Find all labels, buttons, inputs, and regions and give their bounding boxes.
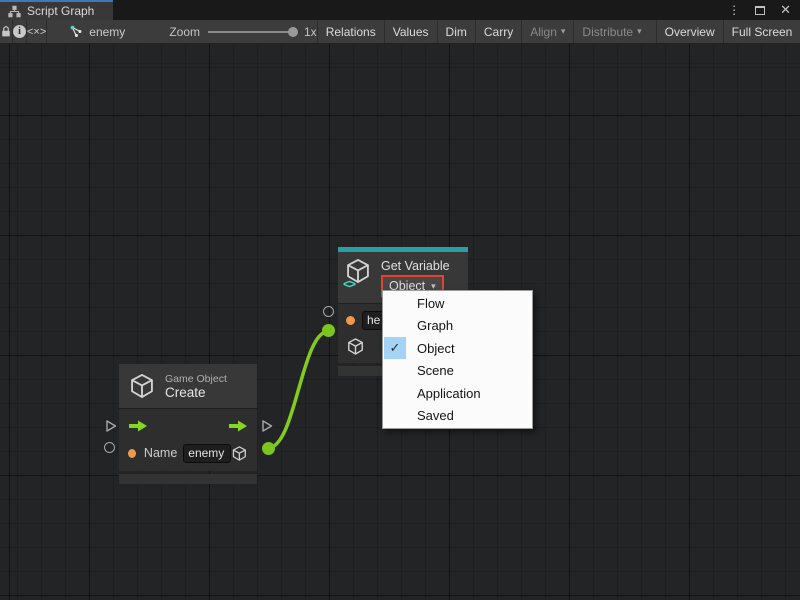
create-flow-out-port[interactable] bbox=[260, 419, 274, 433]
check-slot bbox=[384, 315, 406, 337]
check-slot bbox=[384, 382, 406, 404]
relations-button[interactable]: Relations bbox=[317, 20, 384, 43]
create-flow-in-port[interactable] bbox=[104, 419, 118, 433]
lock-button[interactable] bbox=[0, 20, 13, 43]
create-body: Name bbox=[119, 408, 257, 471]
graph-icon bbox=[69, 25, 83, 38]
maximize-icon[interactable] bbox=[755, 6, 765, 15]
gameobject-cube-icon[interactable] bbox=[346, 337, 365, 356]
name-port-icon[interactable] bbox=[128, 449, 136, 458]
node-footer bbox=[119, 474, 257, 484]
graph-name: enemy bbox=[89, 25, 125, 39]
connection-wire[interactable] bbox=[268, 331, 329, 448]
menu-item-scene[interactable]: Scene bbox=[384, 360, 531, 383]
create-gameobject-node[interactable]: Game Object Create Name bbox=[119, 364, 257, 484]
carry-button[interactable]: Carry bbox=[475, 20, 521, 43]
zoom-knob[interactable] bbox=[288, 27, 298, 37]
info-icon: i bbox=[13, 25, 26, 38]
get-variable-object-port[interactable] bbox=[322, 324, 335, 337]
name-label: Name bbox=[144, 446, 177, 460]
menu-item-graph[interactable]: Graph bbox=[384, 315, 531, 338]
node-title: Get Variable bbox=[381, 257, 450, 273]
lock-icon bbox=[0, 25, 12, 38]
menu-item-object[interactable]: ✓ Object bbox=[384, 337, 531, 360]
dim-button[interactable]: Dim bbox=[437, 20, 475, 43]
gameobject-output-cube-icon[interactable] bbox=[231, 444, 248, 463]
tab-bar: Script Graph ⋮ ✕ bbox=[0, 0, 800, 20]
node-category: Game Object bbox=[165, 373, 227, 385]
distribute-button[interactable]: Distribute ▾ bbox=[573, 20, 649, 43]
variable-scope-menu: Flow Graph ✓ Object Scene Application Sa… bbox=[382, 290, 533, 429]
check-slot bbox=[384, 292, 406, 314]
chevron-down-icon: ▾ bbox=[637, 26, 642, 37]
flow-in-arrow-icon[interactable] bbox=[128, 419, 148, 433]
name-row: Name bbox=[128, 442, 248, 464]
create-gameobject-out-port[interactable] bbox=[262, 442, 275, 455]
create-header: Game Object Create bbox=[119, 364, 257, 408]
zoom-label: Zoom bbox=[169, 25, 200, 39]
graph-hierarchy-icon bbox=[8, 5, 21, 18]
tab-label: Script Graph bbox=[27, 4, 94, 18]
node-title: Create bbox=[165, 385, 227, 400]
menu-item-saved[interactable]: Saved bbox=[384, 405, 531, 428]
code-icon: <×> bbox=[27, 26, 46, 38]
code-view-button[interactable]: <×> bbox=[27, 20, 47, 43]
check-slot bbox=[384, 360, 406, 382]
create-name-port[interactable] bbox=[104, 442, 115, 453]
menu-item-flow[interactable]: Flow bbox=[384, 292, 531, 315]
graph-toolbar: i <×> enemy Zoom 1x Relations Values Dim bbox=[0, 20, 800, 44]
info-button[interactable]: i bbox=[13, 20, 27, 43]
graph-canvas[interactable]: <> Get Variable Object ▾ bbox=[0, 44, 800, 600]
window-controls: ⋮ ✕ bbox=[728, 0, 800, 20]
gameobject-cube-icon bbox=[128, 372, 156, 400]
fullscreen-button[interactable]: Full Screen bbox=[723, 20, 800, 43]
menu-item-application[interactable]: Application bbox=[384, 382, 531, 405]
values-button[interactable]: Values bbox=[384, 20, 437, 43]
zoom-slider[interactable] bbox=[208, 31, 296, 33]
tab-script-graph[interactable]: Script Graph bbox=[0, 0, 113, 20]
overview-button[interactable]: Overview bbox=[656, 20, 723, 43]
graph-breadcrumb[interactable]: enemy bbox=[47, 20, 137, 43]
flow-row bbox=[128, 415, 248, 437]
check-slot bbox=[384, 405, 406, 427]
variable-brackets-icon: <> bbox=[343, 277, 355, 291]
chevron-down-icon: ▾ bbox=[561, 26, 566, 37]
toolbar-buttons: Relations Values Dim Carry Align ▾ Distr… bbox=[317, 20, 800, 43]
name-port-icon[interactable] bbox=[346, 316, 355, 325]
name-input[interactable] bbox=[183, 444, 231, 463]
variable-cube-icon: <> bbox=[344, 257, 374, 291]
get-variable-name-port[interactable] bbox=[323, 306, 334, 317]
align-button[interactable]: Align ▾ bbox=[521, 20, 573, 43]
flow-out-arrow-icon[interactable] bbox=[228, 419, 248, 433]
close-icon[interactable]: ✕ bbox=[780, 2, 791, 18]
zoom-control: Zoom 1x bbox=[137, 20, 316, 43]
script-graph-window: Script Graph ⋮ ✕ i <×> bbox=[0, 0, 800, 600]
zoom-level: 1x bbox=[304, 25, 317, 39]
window-menu-icon[interactable]: ⋮ bbox=[728, 3, 740, 17]
checkmark-icon: ✓ bbox=[384, 337, 406, 359]
